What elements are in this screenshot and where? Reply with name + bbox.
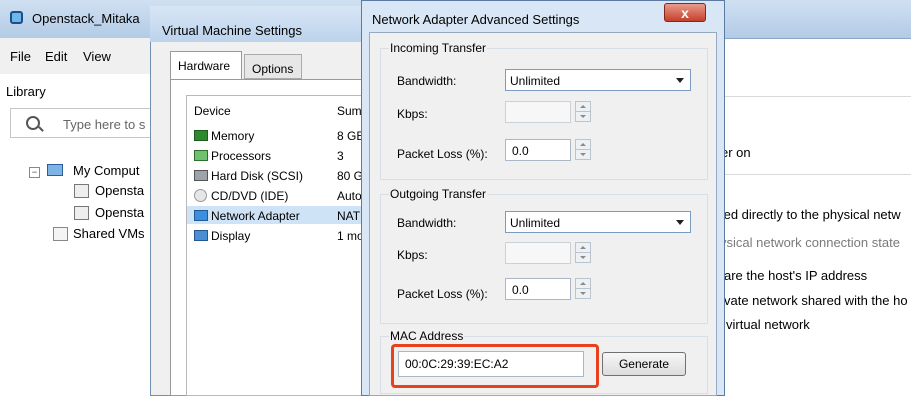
device-row-memory[interactable]: Memory 8 GE: [187, 126, 367, 144]
device-row-network-adapter[interactable]: Network Adapter NAT: [187, 206, 367, 224]
vm-icon: [74, 184, 89, 198]
incoming-kbps-stepper[interactable]: [575, 101, 591, 122]
chevron-down-icon: [676, 220, 684, 225]
tree-item-shared-vms[interactable]: Shared VMs: [73, 226, 145, 241]
advanced-settings-title: Network Adapter Advanced Settings: [372, 12, 580, 27]
monitor-icon: [47, 164, 63, 176]
menu-edit[interactable]: Edit: [45, 49, 67, 64]
display-icon: [194, 230, 208, 241]
spin-down-icon[interactable]: [575, 252, 591, 263]
tree-item-vm-2[interactable]: Opensta: [95, 205, 144, 220]
network-adapter-icon: [194, 210, 208, 221]
spin-down-icon[interactable]: [575, 149, 591, 160]
power-on-text: er on: [721, 145, 751, 160]
harddisk-icon: [194, 170, 208, 181]
library-title: Library: [6, 84, 46, 99]
outgoing-packet-loss-field[interactable]: 0.0: [505, 278, 571, 300]
device-row-processors[interactable]: Processors 3: [187, 146, 367, 164]
chevron-down-icon: [676, 78, 684, 83]
incoming-bandwidth-label: Bandwidth:: [397, 74, 457, 88]
mac-address-legend: MAC Address: [389, 329, 465, 343]
outgoing-bandwidth-value: Unlimited: [510, 216, 561, 230]
column-header-device[interactable]: Device: [194, 104, 231, 118]
incoming-kbps-label: Kbps:: [397, 107, 428, 121]
incoming-packet-loss-stepper[interactable]: [575, 139, 591, 160]
bridged-text: ted directly to the physical netw: [720, 207, 901, 222]
app-icon: [10, 11, 23, 24]
custom-network-text: virtual network: [726, 317, 810, 332]
library-search-placeholder: Type here to s: [63, 117, 146, 132]
tree-item-vm-1[interactable]: Opensta: [95, 183, 144, 198]
outgoing-kbps-stepper[interactable]: [575, 242, 591, 263]
device-name: Hard Disk (SCSI): [211, 169, 304, 183]
tab-options-label: Options: [252, 62, 294, 76]
incoming-bandwidth-value: Unlimited: [510, 74, 561, 88]
spin-down-icon[interactable]: [575, 288, 591, 299]
incoming-kbps-field[interactable]: [505, 101, 571, 123]
incoming-packet-loss-value: 0.0: [512, 144, 529, 158]
shared-vms-icon: [53, 227, 68, 241]
spin-down-icon[interactable]: [575, 111, 591, 122]
replicate-state-text: ysical network connection state: [720, 235, 900, 250]
incoming-transfer-legend: Incoming Transfer: [389, 41, 488, 55]
close-button[interactable]: x: [664, 3, 706, 22]
cd-icon: [194, 189, 207, 202]
nat-text: are the host's IP address: [724, 268, 868, 283]
outgoing-kbps-field[interactable]: [505, 242, 571, 264]
memory-icon: [194, 130, 208, 141]
outgoing-packet-loss-label: Packet Loss (%):: [397, 287, 488, 301]
tab-hardware-label: Hardware: [178, 59, 231, 73]
menu-file[interactable]: File: [10, 49, 31, 64]
incoming-bandwidth-select[interactable]: Unlimited: [505, 69, 691, 91]
vm-settings-title: Virtual Machine Settings: [162, 23, 302, 38]
outgoing-packet-loss-stepper[interactable]: [575, 278, 591, 299]
device-row-cd-dvd[interactable]: CD/DVD (IDE) Auto: [187, 186, 367, 204]
menu-view[interactable]: View: [83, 49, 111, 64]
device-name: Display: [211, 229, 251, 243]
vm-icon: [74, 206, 89, 220]
outgoing-bandwidth-select[interactable]: Unlimited: [505, 211, 691, 233]
collapse-icon[interactable]: −: [29, 167, 40, 178]
search-icon: [26, 116, 40, 130]
outgoing-transfer-legend: Outgoing Transfer: [389, 187, 488, 201]
device-name: Network Adapter: [211, 209, 300, 223]
incoming-packet-loss-field[interactable]: 0.0: [505, 139, 571, 161]
tree-item-my-computer[interactable]: My Comput: [73, 163, 139, 178]
device-row-display[interactable]: Display 1 mo: [187, 226, 367, 244]
outgoing-kbps-label: Kbps:: [397, 248, 428, 262]
device-name: Processors: [211, 149, 272, 163]
generate-button[interactable]: Generate: [602, 352, 686, 376]
device-row-hard-disk[interactable]: Hard Disk (SCSI) 80 G: [187, 166, 367, 184]
processor-icon: [194, 150, 208, 161]
host-only-text: vate network shared with the ho: [724, 293, 908, 308]
incoming-packet-loss-label: Packet Loss (%):: [397, 147, 488, 161]
column-header-summary[interactable]: Sum: [337, 104, 362, 118]
mac-address-highlight: [391, 344, 599, 388]
device-name: CD/DVD (IDE): [211, 189, 289, 203]
outgoing-bandwidth-label: Bandwidth:: [397, 216, 457, 230]
window-title: Openstack_Mitaka: [32, 11, 140, 26]
device-name: Memory: [211, 129, 255, 143]
outgoing-packet-loss-value: 0.0: [512, 283, 529, 297]
